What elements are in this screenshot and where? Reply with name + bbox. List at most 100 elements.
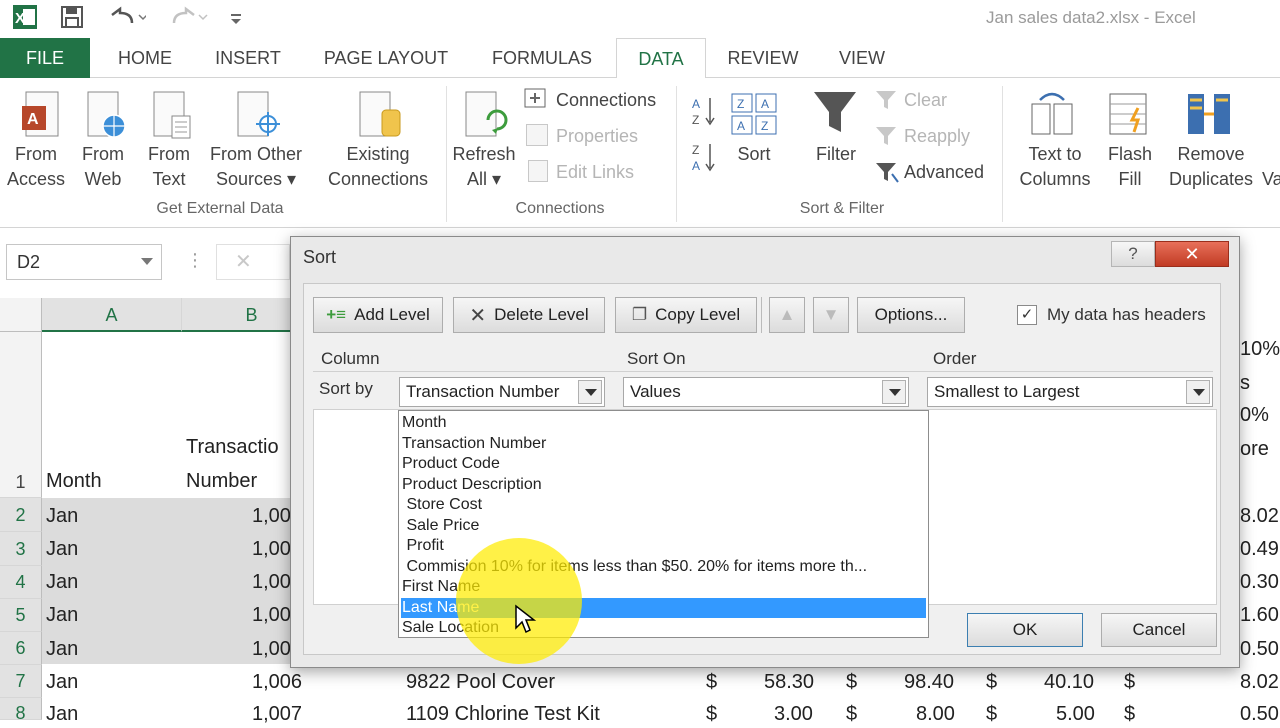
order-dropdown-icon[interactable]	[1186, 380, 1210, 404]
customize-qat-icon[interactable]	[226, 4, 246, 30]
dropdown-option-sale-price[interactable]: Sale Price	[401, 516, 926, 536]
row-header-4[interactable]: 4	[0, 566, 42, 599]
delete-level-button[interactable]: ✕ Delete Level	[453, 297, 605, 333]
cell-b1-line2[interactable]: Number	[186, 470, 257, 493]
tab-view[interactable]: VIEW	[826, 38, 898, 78]
cell-a5[interactable]: Jan	[46, 604, 78, 627]
order-select[interactable]: Smallest to Largest	[927, 377, 1213, 407]
row-header-2[interactable]: 2	[0, 498, 42, 532]
sort-button[interactable]: Sort	[724, 142, 784, 167]
cell-d8[interactable]: 3.00	[774, 703, 813, 726]
cell-a7[interactable]: Jan	[46, 671, 78, 694]
options-button[interactable]: Options...	[857, 297, 965, 333]
cell-e7[interactable]: 98.40	[904, 671, 954, 694]
cell-b3[interactable]: 1,00	[252, 538, 291, 561]
redo-icon[interactable]	[166, 4, 210, 30]
reapply-button[interactable]: Reapply	[904, 124, 970, 149]
select-all-corner[interactable]	[0, 298, 42, 332]
edit-links-button[interactable]: Edit Links	[556, 160, 634, 185]
name-box-dropdown-icon[interactable]	[141, 258, 153, 265]
from-web-button[interactable]: From Web	[70, 142, 136, 192]
cell-c7[interactable]: 9822 Pool Cover	[406, 671, 555, 694]
cell-c8[interactable]: 1109 Chlorine Test Kit	[406, 703, 600, 726]
move-down-icon[interactable]: ▼	[813, 297, 849, 333]
column-select-dropdown-icon[interactable]	[578, 380, 602, 404]
cell-a8[interactable]: Jan	[46, 703, 78, 726]
cell-b5[interactable]: 1,00	[252, 604, 291, 627]
tab-review[interactable]: REVIEW	[720, 38, 806, 78]
dropdown-option-month[interactable]: Month	[401, 413, 926, 433]
cell-f7[interactable]: 40.10	[1044, 671, 1094, 694]
row-header-7[interactable]: 7	[0, 665, 42, 698]
clear-button[interactable]: Clear	[904, 88, 947, 113]
tab-file[interactable]: FILE	[0, 38, 90, 78]
dropdown-option-transaction-number[interactable]: Transaction Number	[401, 434, 926, 454]
sort-on-dropdown-icon[interactable]	[882, 380, 906, 404]
cell-a2[interactable]: Jan	[46, 505, 78, 528]
tab-insert[interactable]: INSERT	[204, 38, 292, 78]
cell-b8[interactable]: 1,007	[252, 703, 302, 726]
help-button[interactable]: ?	[1111, 241, 1155, 267]
name-box[interactable]: D2	[6, 244, 162, 280]
group-divider	[1002, 86, 1003, 222]
move-up-icon[interactable]: ▲	[769, 297, 805, 333]
ok-button[interactable]: OK	[967, 613, 1083, 647]
cell-b7[interactable]: 1,006	[252, 671, 302, 694]
filter-button[interactable]: Filter	[806, 142, 866, 167]
cell-a6[interactable]: Jan	[46, 638, 78, 661]
dropdown-option-product-code[interactable]: Product Code	[401, 454, 926, 474]
tab-data[interactable]: DATA	[616, 38, 706, 79]
row-header-6[interactable]: 6	[0, 632, 42, 665]
flash-fill-button[interactable]: Flash Fill	[1100, 142, 1160, 192]
row-header-3[interactable]: 3	[0, 532, 42, 566]
cell-f8[interactable]: 5.00	[1056, 703, 1095, 726]
cell-a4[interactable]: Jan	[46, 571, 78, 594]
row-header-8[interactable]: 8	[0, 698, 42, 723]
row-header-5[interactable]: 5	[0, 599, 42, 632]
add-level-button[interactable]: +≡ Add Level	[313, 297, 443, 333]
save-icon[interactable]	[58, 4, 86, 30]
cell-b1-line1[interactable]: Transactio	[186, 436, 290, 459]
tab-page-layout[interactable]: PAGE LAYOUT	[314, 38, 458, 78]
remove-duplicates-button[interactable]: Remove Duplicates	[1166, 142, 1256, 192]
row-header-1[interactable]: 1	[0, 332, 42, 498]
existing-connections-button[interactable]: Existing Connections	[320, 142, 436, 192]
properties-button[interactable]: Properties	[556, 124, 638, 149]
text-to-columns-button[interactable]: Text to Columns	[1010, 142, 1100, 192]
tab-formulas[interactable]: FORMULAS	[482, 38, 602, 78]
sort-a-to-z-icon[interactable]: AZ	[692, 94, 718, 128]
from-text-button[interactable]: From Text	[136, 142, 202, 192]
close-button[interactable]: ✕	[1155, 241, 1229, 267]
right-cell-row-3[interactable]: 0.49	[1240, 538, 1279, 561]
cell-d7[interactable]: 58.30	[764, 671, 814, 694]
advanced-button[interactable]: Advanced	[904, 160, 984, 185]
cell-d7-currency: $	[706, 671, 718, 693]
cell-e8[interactable]: 8.00	[916, 703, 955, 726]
cancel-button[interactable]: Cancel	[1101, 613, 1217, 647]
dropdown-option-product-description[interactable]: Product Description	[401, 475, 926, 495]
sort-z-to-a-icon[interactable]: ZA	[692, 140, 718, 174]
data-validation-button-partial[interactable]: Va	[1262, 167, 1280, 192]
cell-a3[interactable]: Jan	[46, 538, 78, 561]
cell-b4[interactable]: 1,00	[252, 571, 291, 594]
sort-on-select[interactable]: Values	[623, 377, 909, 407]
column-header-a[interactable]: A	[42, 298, 182, 332]
dropdown-option-store-cost[interactable]: Store Cost	[401, 495, 926, 515]
column-select[interactable]: Transaction Number	[399, 377, 605, 407]
cell-b6[interactable]: 1,00	[252, 638, 291, 661]
right-cell-row-2[interactable]: 8.02	[1240, 505, 1279, 528]
right-cell-row-6[interactable]: 0.50	[1240, 638, 1279, 661]
cell-b2[interactable]: 1,00	[252, 505, 291, 528]
right-cell-row-5[interactable]: 1.60	[1240, 604, 1279, 627]
from-other-sources-button[interactable]: From Other Sources ▾	[202, 142, 310, 192]
undo-icon[interactable]	[104, 4, 148, 30]
cancel-entry-icon[interactable]: ✕	[216, 244, 290, 280]
copy-level-button[interactable]: ❐ Copy Level	[615, 297, 757, 333]
refresh-all-button[interactable]: Refresh All ▾	[450, 142, 518, 192]
tab-home[interactable]: HOME	[104, 38, 186, 78]
headers-checkbox[interactable]: ✓	[1017, 305, 1037, 325]
connections-button[interactable]: Connections	[556, 88, 656, 113]
from-access-button[interactable]: From Access	[0, 142, 72, 192]
right-cell-row-4[interactable]: 0.30	[1240, 571, 1279, 594]
cell-a1[interactable]: Month	[46, 470, 102, 493]
